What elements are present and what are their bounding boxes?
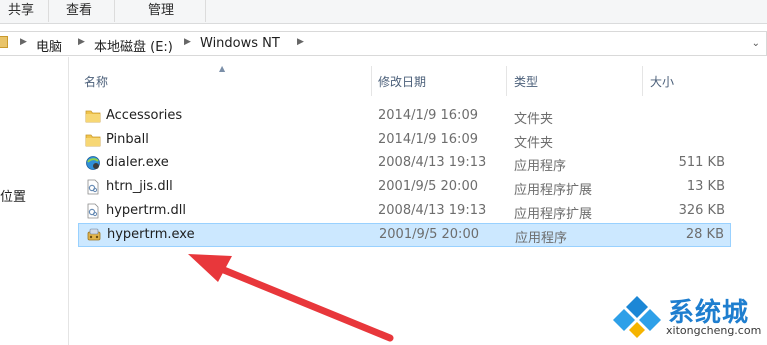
file-name: hypertrm.dll <box>106 203 187 218</box>
folder-icon <box>85 110 101 123</box>
file-date: 2008/4/13 19:13 <box>378 155 487 170</box>
column-header-name[interactable]: 名称 <box>84 73 108 90</box>
file-type: 文件夹 <box>514 112 554 127</box>
file-name: htrn_jis.dll <box>106 179 173 194</box>
chevron-right-icon[interactable]: ▶ <box>20 37 27 47</box>
column-divider[interactable] <box>506 66 507 96</box>
dll-file-icon <box>87 203 99 219</box>
tab-divider <box>205 0 206 22</box>
file-type: 应用程序 <box>515 231 568 246</box>
file-size: 511 KB <box>678 155 725 170</box>
file-row-dialer-exe[interactable]: dialer.exe 2008/4/13 19:13 应用程序 511 KB <box>78 152 731 174</box>
file-row-htrn-jis-dll[interactable]: htrn_jis.dll 2001/9/5 20:00 应用程序扩展 13 KB <box>78 176 731 198</box>
file-row-pinball[interactable]: Pinball 2014/1/9 16:09 文件夹 <box>78 129 731 151</box>
column-header-type[interactable]: 类型 <box>514 73 538 90</box>
chevron-down-icon[interactable]: ⌄ <box>752 38 760 49</box>
sort-ascending-icon: ▲ <box>219 64 226 73</box>
column-divider[interactable] <box>371 66 372 96</box>
tab-manage[interactable]: 管理 <box>148 2 174 22</box>
tab-divider <box>48 0 49 22</box>
file-name: Accessories <box>106 108 183 123</box>
watermark-logo-icon <box>613 296 661 338</box>
file-size: 326 KB <box>678 203 725 218</box>
file-name: Pinball <box>106 132 149 147</box>
file-date: 2014/1/9 16:09 <box>378 132 478 147</box>
folder-icon <box>85 134 101 147</box>
file-name: dialer.exe <box>106 155 169 170</box>
file-type: 应用程序 <box>514 159 567 174</box>
nav-item-location[interactable]: 位置 <box>0 186 26 205</box>
file-row-hypertrm-exe[interactable]: hypertrm.exe 2001/9/5 20:00 应用程序 28 KB <box>78 223 731 247</box>
file-date: 2014/1/9 16:09 <box>378 108 478 123</box>
file-size: 28 KB <box>685 227 724 242</box>
breadcrumb-computer[interactable]: 电脑 <box>36 36 62 55</box>
dll-file-icon <box>87 179 99 195</box>
file-name: hypertrm.exe <box>107 227 195 242</box>
chevron-right-icon[interactable]: ▶ <box>297 37 304 47</box>
file-date: 2008/4/13 19:13 <box>378 203 487 218</box>
file-row-accessories[interactable]: Accessories 2014/1/9 16:09 文件夹 <box>78 105 731 127</box>
address-bar[interactable]: ▶ 电脑 ▶ 本地磁盘 (E:) ▶ Windows NT ▶ ⌄ <box>0 31 767 56</box>
file-type: 应用程序扩展 <box>514 207 593 222</box>
chevron-right-icon[interactable]: ▶ <box>78 37 85 47</box>
folder-icon <box>0 36 8 48</box>
chevron-right-icon[interactable]: ▶ <box>184 37 191 47</box>
tab-view[interactable]: 查看 <box>66 2 92 22</box>
dialer-app-icon <box>86 156 100 170</box>
tab-share[interactable]: 共享 <box>8 2 34 22</box>
breadcrumb-local-disk[interactable]: 本地磁盘 (E:) <box>94 36 173 55</box>
watermark: 系统城 xitongcheng.com <box>612 292 762 342</box>
file-date: 2001/9/5 20:00 <box>378 179 478 194</box>
hyperterminal-app-icon <box>87 228 101 241</box>
tab-divider <box>114 0 115 22</box>
file-date: 2001/9/5 20:00 <box>379 227 479 242</box>
file-type: 文件夹 <box>514 136 554 151</box>
pane-divider[interactable] <box>68 57 69 345</box>
column-header-size[interactable]: 大小 <box>650 73 674 90</box>
column-divider[interactable] <box>642 66 643 96</box>
file-type: 应用程序扩展 <box>514 183 593 198</box>
ribbon-tab-bar: 共享 查看 管理 <box>0 0 767 24</box>
breadcrumb-windows-nt[interactable]: Windows NT <box>200 36 280 51</box>
column-header-date[interactable]: 修改日期 <box>378 73 426 90</box>
watermark-url: xitongcheng.com <box>666 324 762 337</box>
file-row-hypertrm-dll[interactable]: hypertrm.dll 2008/4/13 19:13 应用程序扩展 326 … <box>78 200 731 222</box>
file-size: 13 KB <box>686 179 725 194</box>
